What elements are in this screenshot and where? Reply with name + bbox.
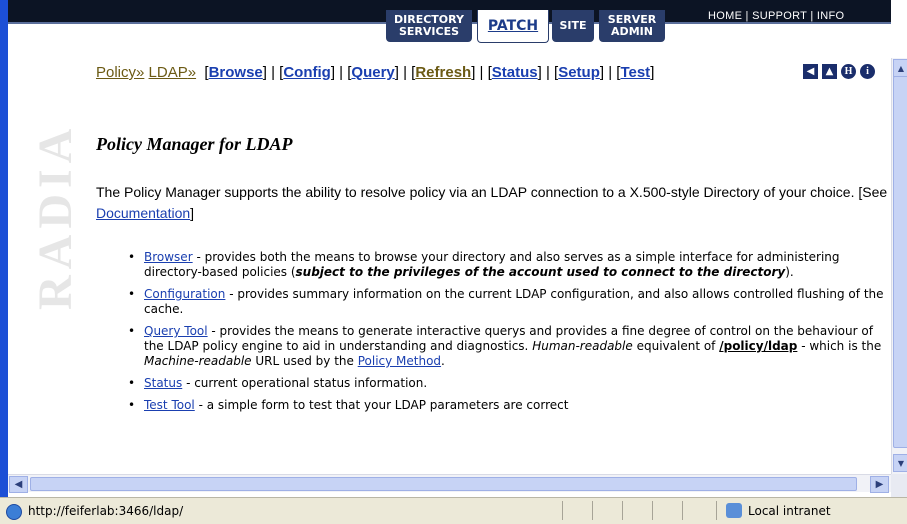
status-url: http://feiferlab:3466/ldap/: [28, 504, 184, 518]
intranet-zone-icon: [726, 503, 742, 518]
status-link[interactable]: Status: [144, 376, 182, 390]
breadcrumb-browse[interactable]: Browse: [209, 64, 263, 81]
status-pane: [682, 501, 709, 520]
breadcrumb-test[interactable]: Test: [620, 64, 650, 81]
list-item-emphasis: subject to the privileges of the account…: [295, 265, 786, 279]
breadcrumb-refresh[interactable]: Refresh: [415, 64, 471, 81]
list-item-italic: Machine-readable: [144, 354, 252, 368]
documentation-link[interactable]: Documentation: [96, 205, 190, 221]
info-link[interactable]: INFO: [817, 10, 844, 22]
breadcrumb-ldap[interactable]: LDAP: [149, 64, 188, 81]
status-pane: [592, 501, 619, 520]
radia-watermark-logo: RADIA: [29, 122, 82, 310]
info-icon[interactable]: i: [860, 64, 875, 79]
home-link[interactable]: HOME: [708, 10, 742, 22]
tab-directory-services[interactable]: DIRECTORY SERVICES: [386, 10, 472, 42]
breadcrumb-status[interactable]: Status: [492, 64, 538, 81]
back-icon[interactable]: ◀: [803, 64, 818, 79]
vertical-scrollbar[interactable]: ▲ ▼: [891, 58, 907, 474]
intro-text: The Policy Manager supports the ability …: [96, 184, 888, 200]
status-pane: [652, 501, 679, 520]
horizontal-scroll-thumb[interactable]: [30, 477, 857, 491]
breadcrumb-setup[interactable]: Setup: [558, 64, 600, 81]
status-bar: http://feiferlab:3466/ldap/ Local intran…: [0, 497, 907, 524]
list-item-text: ).: [785, 265, 794, 279]
list-item-text: - a simple form to test that your LDAP p…: [194, 398, 569, 412]
test-tool-link[interactable]: Test Tool: [144, 398, 195, 412]
list-item-text: .: [441, 354, 445, 368]
tab-patch[interactable]: PATCH: [477, 10, 549, 43]
list-item-text: - current operational status information…: [182, 376, 428, 390]
page-icon: [6, 504, 22, 520]
list-item-text: - provides summary information on the cu…: [144, 287, 884, 316]
tab-server-admin[interactable]: SERVER ADMIN: [599, 10, 665, 42]
list-item: Test Tool - a simple form to test that y…: [126, 398, 891, 413]
intro-paragraph: The Policy Manager supports the ability …: [96, 182, 891, 224]
tab-site[interactable]: SITE: [552, 10, 594, 42]
status-pane: [562, 501, 589, 520]
breadcrumb-icons: ◀ ▲ H i: [803, 64, 875, 79]
security-zone: Local intranet: [748, 504, 831, 518]
browser-link[interactable]: Browser: [144, 250, 193, 264]
scroll-right-button[interactable]: ▶: [870, 476, 889, 493]
policy-method-link[interactable]: Policy Method: [358, 354, 441, 368]
scrollbar-corner: [891, 474, 907, 497]
browser-viewport: DIRECTORY SERVICES PATCH SITE SERVER ADM…: [8, 0, 891, 474]
breadcrumb-config[interactable]: Config: [283, 64, 330, 81]
help-icon[interactable]: H: [841, 64, 856, 79]
intro-end: ]: [190, 205, 195, 221]
policy-ldap-path: /policy/ldap: [719, 339, 798, 353]
list-item: Configuration - provides summary informa…: [126, 287, 891, 317]
breadcrumb-arrow: »: [136, 64, 145, 81]
feature-list: Browser - provides both the means to bro…: [126, 250, 891, 420]
window-left-border: [0, 0, 8, 497]
scroll-up-button[interactable]: ▲: [893, 59, 907, 77]
top-links: HOME | SUPPORT | INFO: [708, 10, 845, 22]
list-item-text: - which is the: [797, 339, 882, 353]
list-item: Browser - provides both the means to bro…: [126, 250, 891, 280]
list-item: Status - current operational status info…: [126, 376, 891, 391]
list-item: Query Tool - provides the means to gener…: [126, 324, 891, 369]
breadcrumb-query[interactable]: Query: [351, 64, 394, 81]
list-item-italic: Human-readable: [532, 339, 633, 353]
page-title: Policy Manager for LDAP: [96, 134, 293, 154]
list-item-text: URL used by the: [251, 354, 358, 368]
breadcrumb-arrow: »: [187, 64, 197, 81]
scroll-down-button[interactable]: ▼: [893, 454, 907, 472]
horizontal-scrollbar[interactable]: ◀ ▶: [8, 474, 891, 493]
up-icon[interactable]: ▲: [822, 64, 837, 79]
vertical-scroll-thumb[interactable]: [893, 76, 907, 448]
scroll-left-button[interactable]: ◀: [9, 476, 28, 493]
support-link[interactable]: SUPPORT: [752, 10, 807, 22]
configuration-link[interactable]: Configuration: [144, 287, 225, 301]
list-item-text: equivalent of: [632, 339, 720, 353]
query-tool-link[interactable]: Query Tool: [144, 324, 208, 338]
breadcrumb: Policy» LDAP» [Browse] | [Config] | [Que…: [96, 64, 655, 81]
breadcrumb-policy[interactable]: Policy: [96, 64, 136, 81]
status-pane: [622, 501, 649, 520]
